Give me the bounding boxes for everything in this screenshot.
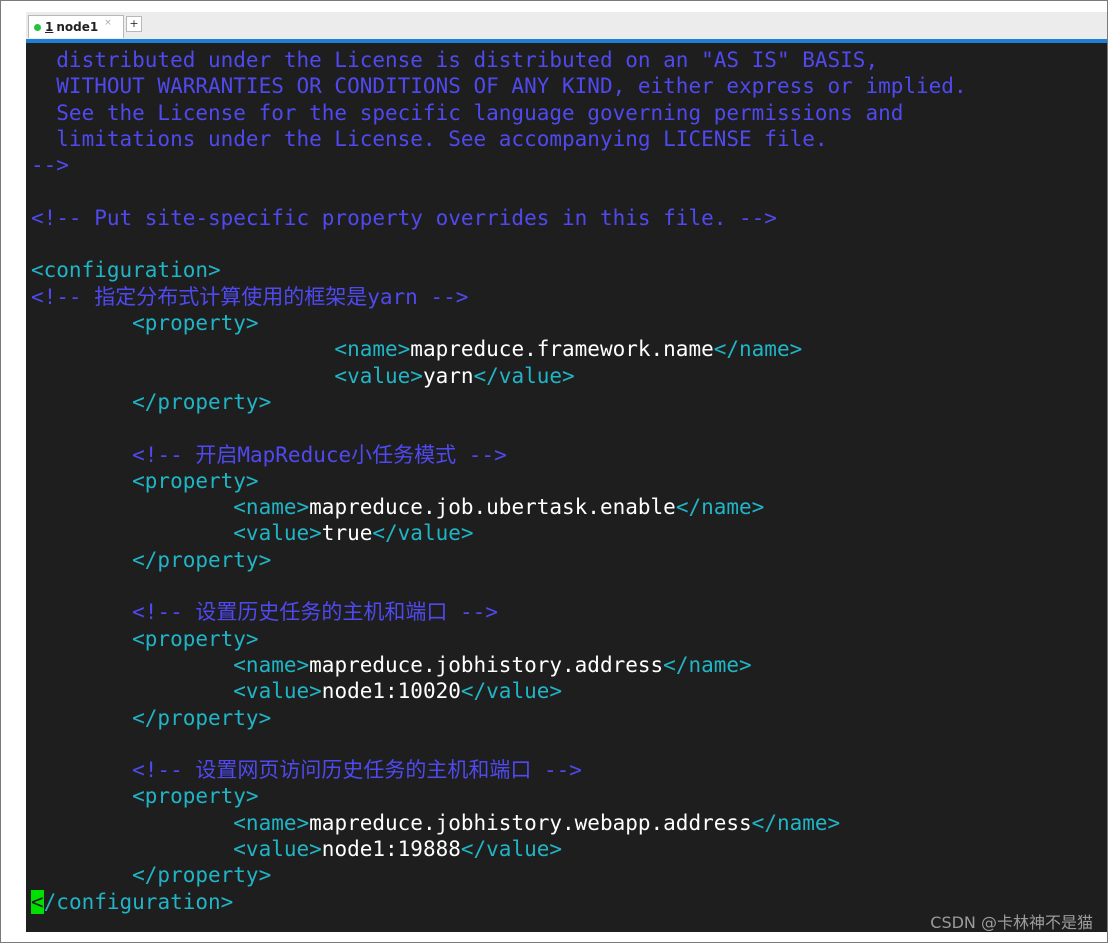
code-token: <!-- 设置网页访问历史任务的主机和端口 --> (31, 758, 582, 783)
watermark: CSDN @卡林神不是猫 (930, 913, 1093, 932)
code-line: <name>mapreduce.framework.name</name> (31, 336, 802, 362)
code-token: --> (31, 153, 69, 178)
code-line: </property> (31, 862, 271, 888)
code-token: mapreduce.job.ubertask.enable (309, 495, 676, 520)
code-token: </property> (31, 389, 272, 414)
code-line: <property> (31, 468, 259, 494)
terminal-editor[interactable]: distributed under the License is distrib… (26, 43, 1107, 932)
tab-node1[interactable]: 1 node1 × (28, 15, 124, 38)
code-token: </name> (713, 337, 803, 362)
code-token: </value> (473, 363, 575, 388)
code-line: <property> (31, 310, 259, 336)
add-tab-button[interactable]: + (126, 16, 142, 32)
tab-bar: 1 node1 × + (26, 12, 1107, 43)
code-line: <value>node1:10020</value> (31, 678, 562, 704)
code-token: <value> (31, 521, 322, 546)
code-token: <!-- 开启MapReduce小任务模式 --> (31, 442, 507, 467)
code-token: <property> (31, 784, 259, 809)
code-line: <configuration> (31, 257, 221, 283)
code-token: </name> (675, 495, 765, 520)
code-line: limitations under the License. See accom… (31, 126, 828, 152)
code-line: </property> (31, 547, 271, 573)
code-token: </property> (31, 547, 272, 572)
code-token: <property> (31, 468, 259, 493)
code-token: <configuration> (31, 258, 221, 283)
code-token: <!-- Put site-specific property override… (31, 205, 777, 230)
code-token: <!-- 指定分布式计算使用的框架是yarn --> (31, 284, 469, 309)
code-line: <property> (31, 783, 259, 809)
code-line: <!-- Put site-specific property override… (31, 205, 777, 231)
code-token: <name> (31, 652, 310, 677)
code-line: <!-- 设置网页访问历史任务的主机和端口 --> (31, 757, 582, 783)
code-line: <property> (31, 626, 259, 652)
code-token: true (321, 521, 373, 546)
connection-status-icon (34, 23, 41, 31)
code-line: <name>mapreduce.jobhistory.address</name… (31, 652, 752, 678)
code-line: WITHOUT WARRANTIES OR CONDITIONS OF ANY … (31, 73, 967, 99)
text-cursor: < (31, 889, 44, 914)
code-token: WITHOUT WARRANTIES OR CONDITIONS OF ANY … (31, 74, 967, 99)
code-token: mapreduce.jobhistory.address (309, 652, 664, 677)
tab-title: node1 (56, 20, 99, 34)
code-token: mapreduce.framework.name (410, 337, 714, 362)
code-token: distributed under the License is distrib… (31, 48, 879, 72)
tab-number: 1 (45, 20, 54, 34)
code-line: --> (31, 152, 69, 178)
code-token: limitations under the License. See accom… (31, 126, 828, 151)
code-token: node1:10020 (321, 679, 461, 704)
code-token: yarn (422, 363, 474, 388)
code-token: See the License for the specific languag… (31, 100, 904, 125)
code-token: <!-- 设置历史任务的主机和端口 --> (31, 600, 498, 625)
code-token: <value> (31, 837, 322, 861)
code-token: </value> (372, 521, 474, 546)
code-token: </value> (460, 679, 563, 704)
code-line: <!-- 开启MapReduce小任务模式 --> (31, 442, 507, 468)
terminal-window: 1 node1 × + distributed under the Licens… (0, 0, 1108, 943)
code-line: <value>true</value> (31, 520, 474, 546)
code-token: </property> (31, 705, 272, 730)
code-token: </value> (460, 837, 563, 861)
close-icon[interactable]: × (104, 18, 112, 28)
code-token: <property> (31, 311, 259, 335)
code-line: </property> (31, 705, 271, 731)
code-token: <value> (31, 679, 322, 704)
code-token: <value> (31, 363, 423, 388)
code-line: <name>mapreduce.job.ubertask.enable</nam… (31, 494, 764, 520)
code-line: <value>node1:19888</value> (31, 836, 562, 862)
code-token: /configuration> (43, 889, 234, 914)
code-line: distributed under the License is distrib… (31, 47, 878, 73)
code-token: </name> (751, 810, 841, 835)
code-token: <property> (31, 626, 259, 651)
code-line: </configuration> (31, 889, 233, 915)
code-token: <name> (31, 810, 310, 835)
code-line: <name>mapreduce.jobhistory.webapp.addres… (31, 810, 840, 836)
code-token: </property> (31, 863, 272, 888)
code-token: <name> (31, 337, 411, 362)
code-line: See the License for the specific languag… (31, 100, 903, 126)
code-token: mapreduce.jobhistory.webapp.address (309, 810, 752, 835)
code-line: <!-- 指定分布式计算使用的框架是yarn --> (31, 284, 468, 310)
code-token: </name> (663, 652, 752, 677)
code-line: <!-- 设置历史任务的主机和端口 --> (31, 599, 498, 625)
code-token: node1:19888 (321, 837, 461, 861)
code-token: <name> (31, 495, 310, 520)
code-line: <value>yarn</value> (31, 363, 575, 389)
code-line: </property> (31, 389, 271, 415)
